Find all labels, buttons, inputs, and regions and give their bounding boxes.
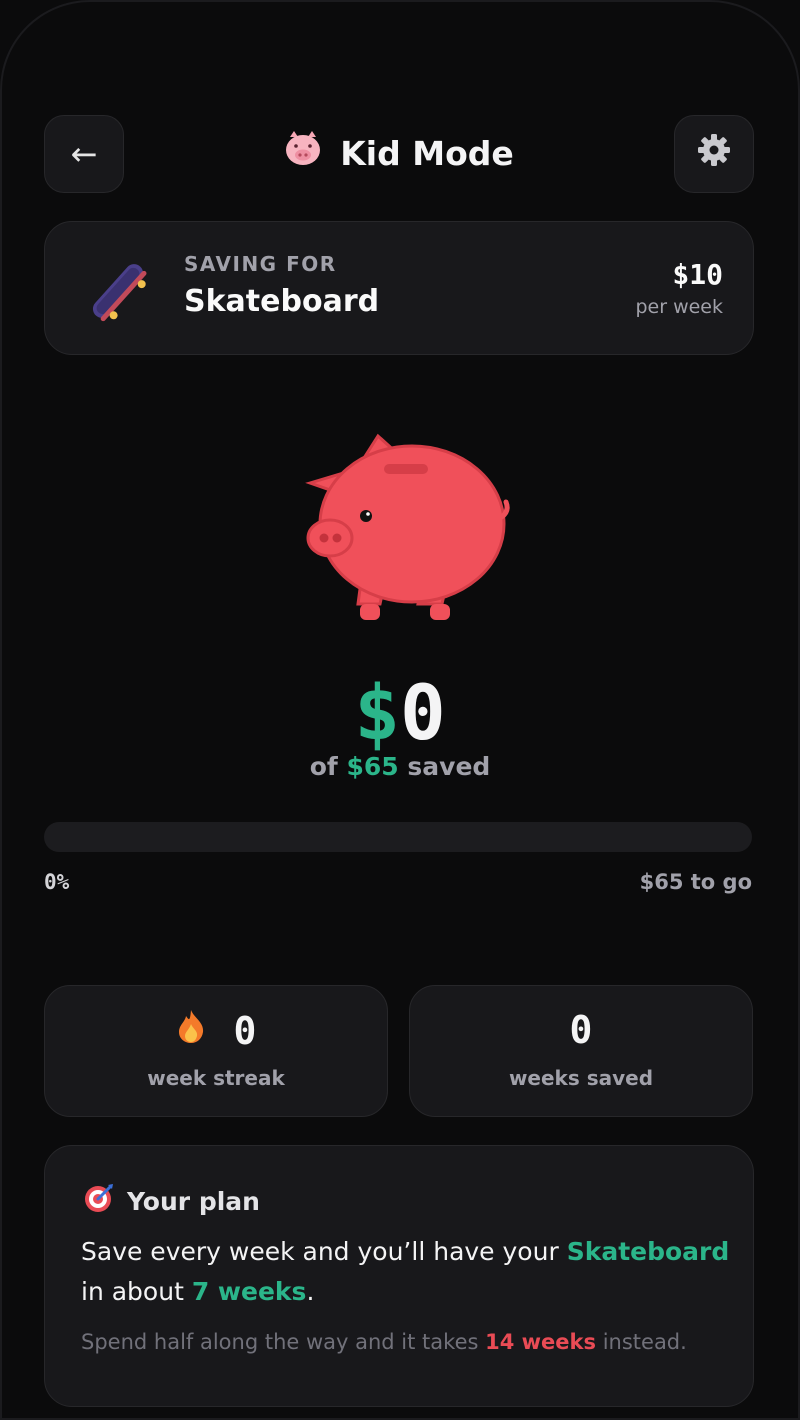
plan-line-a: Save every week and you’ll have your xyxy=(81,1237,559,1266)
of-suffix: saved xyxy=(407,752,491,781)
skateboard-icon xyxy=(83,258,153,328)
target-amount: $65 xyxy=(346,752,399,781)
plan-note-weeks: 14 weeks xyxy=(485,1330,597,1354)
plan-period: . xyxy=(306,1277,315,1306)
pig-face-icon xyxy=(284,131,322,175)
savings-progress-bar xyxy=(44,822,752,852)
goal-card[interactable]: SAVING FOR Skateboard $10 per week xyxy=(44,221,754,355)
currency-symbol: $ xyxy=(354,668,400,757)
saved-value: 0 xyxy=(400,668,446,757)
fire-icon xyxy=(176,1008,206,1053)
plan-note-b: instead. xyxy=(602,1330,687,1354)
goal-kicker: SAVING FOR xyxy=(184,252,337,276)
of-prefix: of xyxy=(309,752,338,781)
phone-frame: ← Kid Mode SAVING FOR Skateboard $10 per… xyxy=(0,0,800,1420)
top-bar: ← Kid Mode xyxy=(44,115,754,193)
plan-note: Spend half along the way and it takes 14… xyxy=(81,1330,731,1354)
streak-label: week streak xyxy=(147,1066,285,1090)
title-text: Kid Mode xyxy=(340,133,514,173)
plan-title: Your plan xyxy=(127,1186,260,1216)
plan-goal: Skateboard xyxy=(566,1237,730,1266)
streak-card: 0 week streak xyxy=(44,985,388,1117)
saved-target-line: of $65 saved xyxy=(0,752,800,781)
weeks-saved-card: 0 weeks saved xyxy=(409,985,753,1117)
streak-value: 0 xyxy=(233,1008,257,1053)
weeks-saved-value: 0 xyxy=(569,1008,593,1052)
plan-weeks: 7 weeks xyxy=(191,1277,307,1306)
progress-percent: 0% xyxy=(44,870,70,894)
remaining-amount: $65 to go xyxy=(639,870,752,894)
weekly-amount: $10 xyxy=(672,258,723,291)
plan-text: Save every week and you’ll have your Ska… xyxy=(81,1232,731,1312)
settings-button[interactable] xyxy=(674,115,754,193)
goal-name: Skateboard xyxy=(184,284,380,319)
plan-note-a: Spend half along the way and it takes xyxy=(81,1330,479,1354)
weeks-saved-label: weeks saved xyxy=(508,1066,654,1090)
saved-amount: $0 xyxy=(0,668,800,758)
gear-icon xyxy=(696,132,732,176)
page-title: Kid Mode xyxy=(44,115,754,191)
weekly-amount-unit: per week xyxy=(635,296,723,318)
plan-card: Your plan Save every week and you’ll hav… xyxy=(44,1145,754,1407)
piggy-bank-illustration xyxy=(300,428,510,632)
plan-line-b: in about xyxy=(81,1277,184,1306)
target-icon xyxy=(83,1182,115,1220)
